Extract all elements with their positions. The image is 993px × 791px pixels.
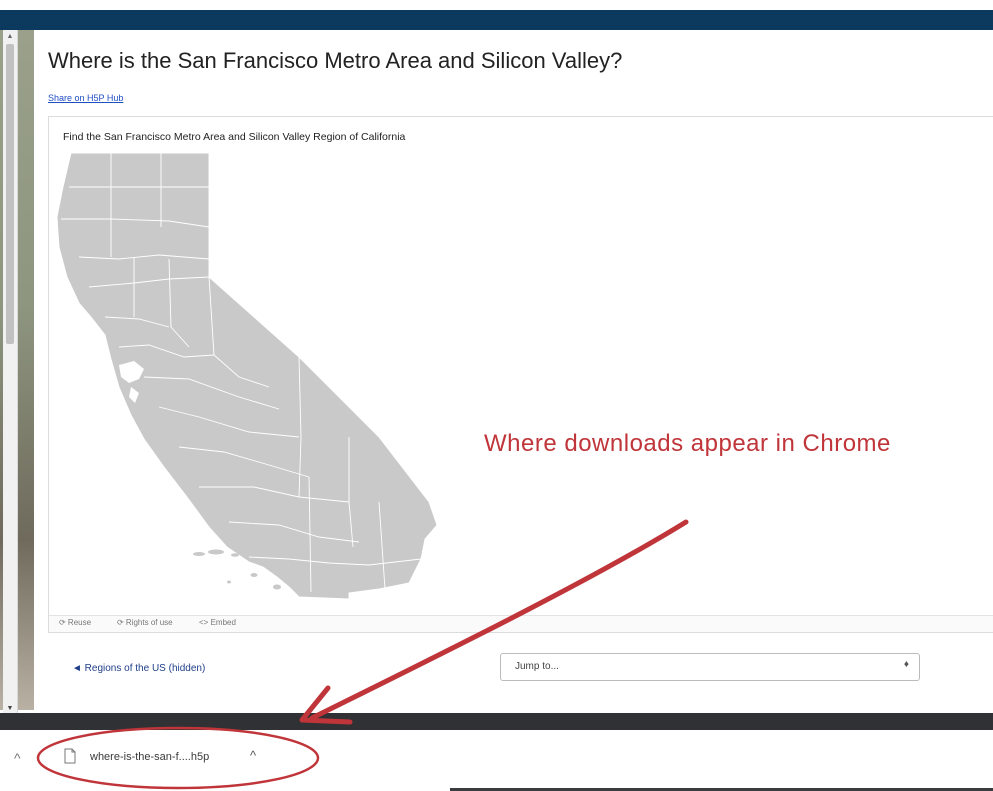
rights-of-use-button[interactable]: ⟳ Rights of use xyxy=(117,618,173,627)
h5p-activity: Find the San Francisco Metro Area and Si… xyxy=(48,116,993,633)
select-caret-icon: ♦ xyxy=(903,659,909,670)
jump-to-selected-value: Jump to... xyxy=(515,661,559,672)
share-on-h5p-hub-link[interactable]: Share on H5P Hub xyxy=(48,93,123,103)
california-county-map-svg[interactable] xyxy=(49,147,469,617)
chrome-download-shelf: ^ where-is-the-san-f....h5p ^ xyxy=(0,730,993,791)
annotation-text: Where downloads appear in Chrome xyxy=(484,430,891,457)
shelf-caret-icon[interactable]: ^ xyxy=(14,750,21,766)
download-item[interactable]: where-is-the-san-f....h5p ^ xyxy=(50,742,282,774)
scroll-up-arrow-icon[interactable]: ▲ xyxy=(3,32,17,42)
embed-button[interactable]: <> Embed xyxy=(199,618,236,627)
scroll-thumb[interactable] xyxy=(6,44,14,344)
h5p-footer-bar: ⟳ Reuse ⟳ Rights of use <> Embed xyxy=(49,615,993,632)
taskbar-strip xyxy=(0,713,993,730)
vertical-scrollbar[interactable]: ▲ ▼ xyxy=(3,30,18,715)
file-icon xyxy=(64,748,76,764)
page-title: Where is the San Francisco Metro Area an… xyxy=(48,48,623,73)
page-content: Where is the San Francisco Metro Area an… xyxy=(34,30,993,700)
browser-top-bar xyxy=(0,10,993,30)
california-map[interactable] xyxy=(49,147,469,617)
download-file-name: where-is-the-san-f....h5p xyxy=(90,751,210,763)
previous-activity-link[interactable]: ◄ Regions of the US (hidden) xyxy=(72,663,205,674)
reuse-button[interactable]: ⟳ Reuse xyxy=(59,618,91,627)
download-options-caret-icon[interactable]: ^ xyxy=(250,748,256,763)
california-outline xyxy=(56,152,438,600)
jump-to-select[interactable]: Jump to... ♦ xyxy=(500,653,920,681)
activity-question: Find the San Francisco Metro Area and Si… xyxy=(63,131,406,143)
